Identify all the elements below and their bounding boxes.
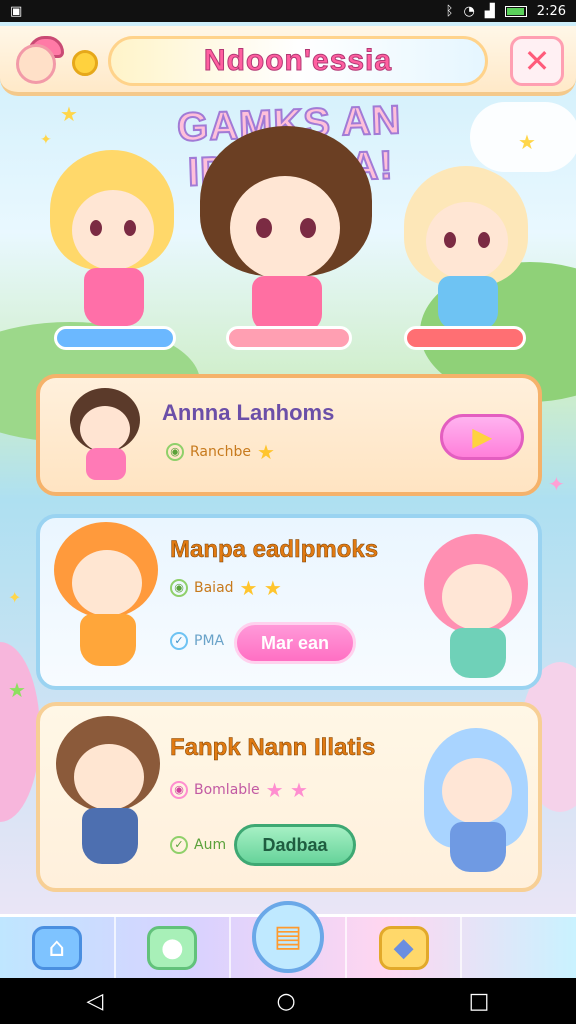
info-icon: ◉ [170,579,188,597]
card-meta-label: Bomlable [194,782,260,798]
star-rating: ★ [256,440,275,464]
shop-icon: ▤ [251,900,324,973]
battery-icon [504,5,527,17]
status-time: 2:26 [536,3,566,19]
nav-tickets[interactable]: ◆ [347,917,463,978]
nav-chat[interactable]: ● [116,917,232,978]
card-meta-label: Baiad [194,580,234,596]
card-action-button[interactable]: Mar ean [234,622,356,664]
recents-icon[interactable]: □ [469,989,490,1014]
close-button[interactable]: ✕ [510,36,564,86]
card-title: Fanpk Nann Illatis [170,734,376,762]
card-avatar-right [424,534,534,684]
home-icon: ⌂ [31,925,82,970]
card-avatar [66,388,146,484]
card-avatar-right [424,728,534,878]
check-icon: ✓ [170,632,188,650]
card-meta-label: Ranchbe [190,444,251,460]
app-logo [10,34,100,88]
hero-character-center [196,126,376,346]
app-header: Ndoon'essia ✕ [0,26,576,96]
nav-home[interactable]: ⌂ [0,917,116,978]
card-meta-secondary: ✓ Aum [170,836,226,854]
bottom-nav: ⌂ ● ▤ ◆ [0,900,576,978]
game-card-2[interactable]: Manpa eadlpmoks ◉ Baiad ★ ★ ✓ PMA Mar ea… [36,514,542,690]
chat-icon: ● [147,925,198,970]
title-pill: Ndoon'essia [108,36,488,86]
info-icon: ◉ [166,443,184,461]
card-title: Annna Lanhoms [162,400,335,425]
card-meta-label-2: PMA [194,633,225,649]
bluetooth-icon: ᛒ [445,3,454,19]
nav-extra[interactable] [462,917,576,978]
status-bar: ▣ ᛒ ◔ ▟ 2:26 [0,0,576,22]
hero-pedestal-center [226,326,352,350]
card-meta: ◉ Baiad ★ ★ [170,576,282,600]
card-meta-label-2: Aum [194,837,227,853]
check-icon: ✓ [170,836,188,854]
card-avatar-left [54,522,164,672]
android-nav-bar: ◁ ○ □ [0,978,576,1024]
card-avatar-left [56,716,166,876]
game-card-1[interactable]: Annna Lanhoms ◉ Ranchbe ★ ▶ [36,374,542,496]
page-title: Ndoon'essia [203,44,393,78]
game-card-3[interactable]: Fanpk Nann Illatis ◉ Bomlable ★ ★ ✓ Aum … [36,702,542,892]
play-icon: ▶ [472,423,492,451]
hero-character-right [404,166,534,346]
card-meta-secondary: ✓ PMA [170,632,224,650]
hero-character-left [50,150,180,350]
app-icon: ▣ [10,3,23,19]
card-action-button[interactable]: Dadbaa [234,824,356,866]
card-title: Manpa eadlpmoks [170,536,379,564]
back-icon[interactable]: ◁ [87,989,104,1014]
nav-shop[interactable]: ▤ [231,900,347,978]
close-icon: ✕ [523,42,551,80]
signal-icon: ▟ [484,3,495,19]
info-icon: ◉ [170,781,188,799]
wifi-icon: ◔ [463,3,475,19]
card-meta: ◉ Bomlable ★ ★ [170,778,308,802]
card-meta: ◉ Ranchbe ★ [166,440,275,464]
star-rating: ★ ★ [265,778,308,802]
play-button[interactable]: ▶ [440,414,524,460]
star-rating: ★ ★ [239,576,282,600]
hero-pedestal-left [54,326,176,350]
hero-pedestal-right [404,326,526,350]
home-nav-icon[interactable]: ○ [276,989,295,1014]
ticket-icon: ◆ [378,925,429,970]
